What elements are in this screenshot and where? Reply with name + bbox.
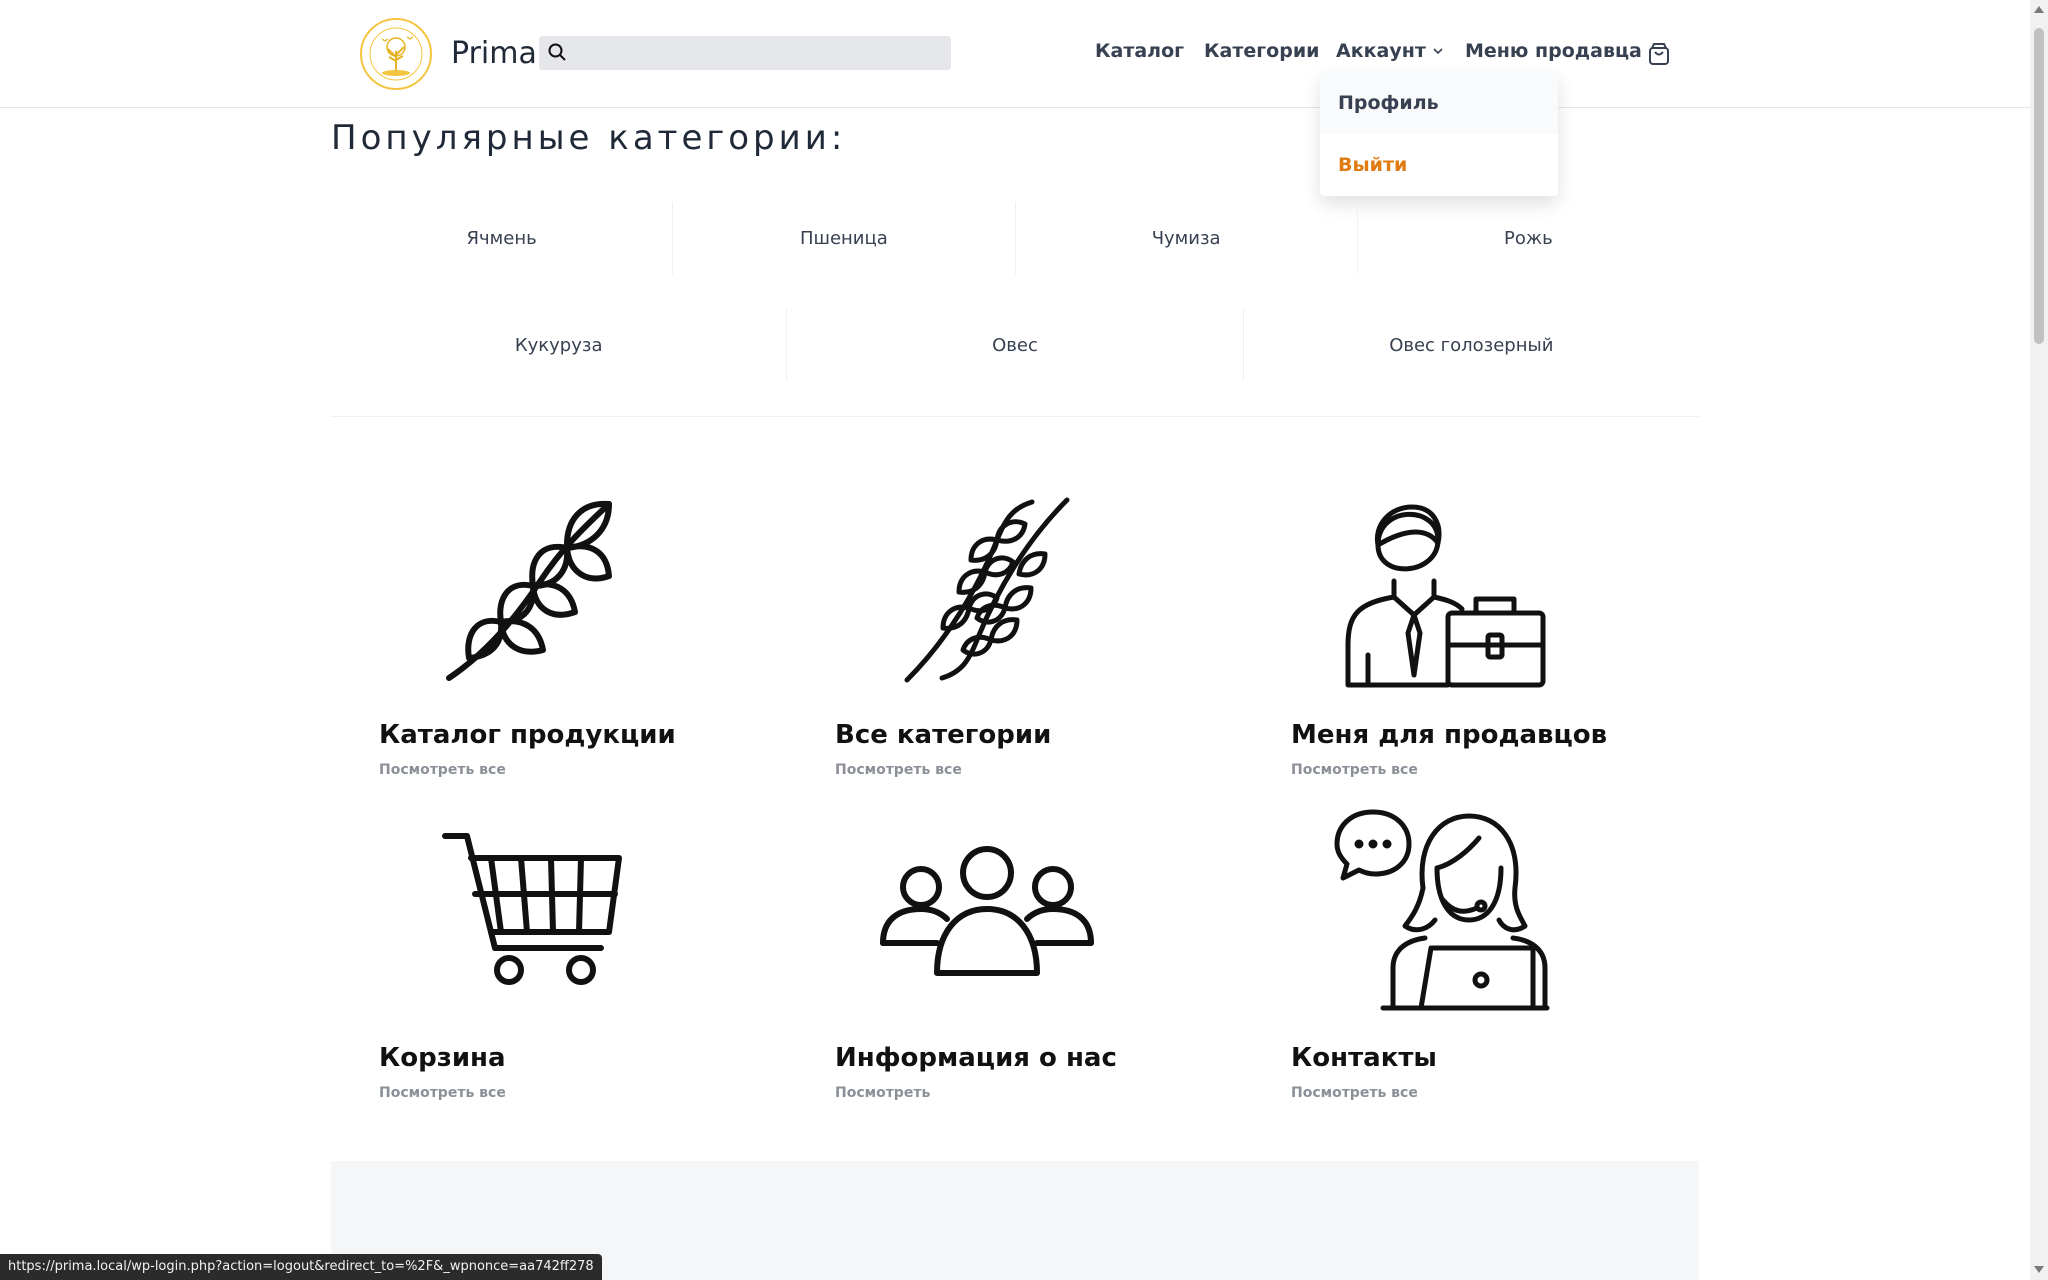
search-input[interactable] (575, 36, 945, 70)
scroll-thumb[interactable] (2034, 28, 2044, 344)
scroll-up-arrow-icon[interactable] (2034, 6, 2044, 13)
wheat-icon (331, 485, 731, 695)
feature-cart[interactable]: Корзина Посмотреть все (331, 808, 731, 1128)
search-icon (547, 42, 567, 66)
nav-catalog[interactable]: Каталог (1095, 40, 1184, 62)
site-header: Prima Каталог Категории Аккаунт Меню про… (0, 0, 2030, 108)
shopping-cart-icon (331, 808, 731, 1018)
feature-title[interactable]: Каталог продукции (379, 720, 676, 750)
brand-name[interactable]: Prima (451, 36, 537, 71)
dropdown-logout[interactable]: Выйти (1320, 134, 1558, 196)
nav-account-label: Аккаунт (1336, 40, 1426, 62)
chevron-down-icon (1433, 48, 1443, 55)
businessman-icon (1243, 485, 1643, 695)
section-divider (331, 416, 1699, 417)
category-link[interactable]: Рожь (1356, 202, 1699, 274)
grain-branches-icon (787, 485, 1187, 695)
nav-categories[interactable]: Категории (1204, 40, 1319, 62)
category-row-1: Ячмень Пшеница Чумиза Рожь (331, 202, 1699, 274)
cart-icon[interactable] (1648, 42, 1670, 70)
nav-seller-menu[interactable]: Меню продавца (1465, 40, 1642, 62)
feature-link[interactable]: Посмотреть все (1291, 1085, 1418, 1101)
feature-catalog[interactable]: Каталог продукции Посмотреть все (331, 485, 731, 805)
scroll-down-arrow-icon[interactable] (2034, 1266, 2044, 1273)
feature-link[interactable]: Посмотреть все (835, 762, 962, 778)
feature-title[interactable]: Контакты (1291, 1043, 1437, 1073)
feature-link[interactable]: Посмотреть все (379, 1085, 506, 1101)
popular-categories-title: Популярные категории: (331, 118, 847, 158)
category-link[interactable]: Овес голозерный (1242, 309, 1699, 381)
feature-all-categories[interactable]: Все категории Посмотреть все (787, 485, 1187, 805)
feature-link[interactable]: Посмотреть все (379, 762, 506, 778)
feature-title[interactable]: Меня для продавцов (1291, 720, 1607, 750)
feature-link[interactable]: Посмотреть (835, 1085, 930, 1101)
category-link[interactable]: Пшеница (672, 202, 1014, 274)
dropdown-profile[interactable]: Профиль (1320, 72, 1558, 134)
feature-title[interactable]: Информация о нас (835, 1043, 1117, 1073)
group-icon (787, 808, 1187, 1018)
tree-logo-icon (369, 27, 423, 81)
feature-about[interactable]: Информация о нас Посмотреть (787, 808, 1187, 1128)
category-link[interactable]: Кукуруза (331, 309, 786, 381)
category-row-2: Кукуруза Овес Овес голозерный (331, 309, 1699, 381)
search-bar[interactable] (539, 36, 951, 70)
category-link[interactable]: Овес (786, 309, 1242, 381)
feature-link[interactable]: Посмотреть все (1291, 762, 1418, 778)
account-dropdown: Профиль Выйти (1320, 72, 1558, 196)
category-link[interactable]: Чумиза (1014, 202, 1357, 274)
status-bar-url: https://prima.local/wp-login.php?action=… (0, 1254, 602, 1280)
support-operator-icon (1243, 808, 1643, 1018)
vertical-scrollbar[interactable] (2030, 0, 2048, 1280)
feature-sellers[interactable]: Меня для продавцов Посмотреть все (1243, 485, 1643, 805)
logo[interactable] (360, 18, 432, 90)
feature-title[interactable]: Корзина (379, 1043, 506, 1073)
feature-contacts[interactable]: Контакты Посмотреть все (1243, 808, 1643, 1128)
category-link[interactable]: Ячмень (331, 202, 672, 274)
feature-title[interactable]: Все категории (835, 720, 1051, 750)
nav-account[interactable]: Аккаунт (1336, 40, 1444, 62)
